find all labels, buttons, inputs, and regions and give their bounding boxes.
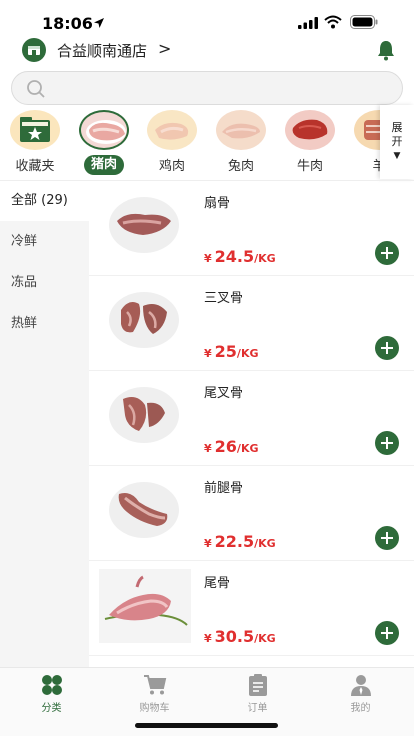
cart-icon: [144, 675, 167, 695]
home-indicator: [135, 723, 278, 728]
add-to-cart-button[interactable]: [375, 621, 399, 645]
sidebar-item-all[interactable]: 全部 (29): [0, 181, 89, 221]
subcategory-sidebar: 全部 (29) 冷鲜 冻品 热鲜: [0, 181, 89, 667]
store-name[interactable]: 合益顺南通店: [57, 40, 147, 61]
clover-icon: [42, 675, 62, 695]
product-list: 扇骨 ¥24.5/KG 三叉骨 ¥25/KG 尾叉骨 ¥26/KG 前腿骨 ¥ …: [89, 181, 414, 667]
product-name: 前腿骨: [204, 481, 244, 496]
expand-categories-button[interactable]: 展开 ▼: [380, 105, 414, 179]
product-row[interactable]: 前腿骨 ¥22.5/KG: [89, 466, 414, 561]
product-image: [109, 197, 179, 253]
product-price: ¥30.5/KG: [204, 627, 276, 646]
product-row[interactable]: 尾叉骨 ¥26/KG: [89, 371, 414, 466]
cellular-signal-icon: [298, 17, 318, 29]
tab-label: 订单: [247, 703, 268, 714]
product-image: [109, 387, 179, 443]
status-time: 18:06: [42, 14, 93, 33]
location-arrow-icon: [94, 18, 104, 28]
category-row: 收藏夹 猪肉 鸡肉 兔肉 牛肉 羊: [0, 108, 380, 178]
category-label: 牛肉: [296, 159, 323, 174]
category-pork[interactable]: 猪肉: [72, 108, 136, 176]
product-name: 尾叉骨: [204, 386, 244, 401]
expand-label: 展开: [391, 121, 403, 148]
category-label: 收藏夹: [15, 159, 55, 174]
category-chicken[interactable]: 鸡肉: [140, 108, 204, 176]
store-icon: [22, 38, 46, 62]
bell-icon[interactable]: [376, 39, 396, 61]
tab-profile[interactable]: 我的: [309, 668, 412, 718]
product-row[interactable]: 扇骨 ¥24.5/KG: [89, 181, 414, 276]
product-image: [109, 482, 179, 538]
product-name: 三叉骨: [204, 291, 244, 306]
user-icon: [351, 675, 371, 696]
store-header[interactable]: 合益顺南通店 >: [0, 36, 414, 64]
product-image: [99, 569, 191, 643]
tab-orders[interactable]: 订单: [206, 668, 309, 718]
caret-down-icon: ▼: [393, 151, 401, 161]
category-label: 猪肉: [84, 155, 124, 175]
product-price: ¥25/KG: [204, 342, 259, 361]
add-to-cart-button[interactable]: [375, 241, 399, 265]
wifi-icon: [324, 15, 342, 29]
tab-label: 购物车: [139, 703, 170, 714]
chevron-right-icon[interactable]: >: [158, 39, 171, 58]
product-price: ¥22.5/KG: [204, 532, 276, 551]
tab-cart[interactable]: 购物车: [103, 668, 206, 718]
search-input[interactable]: [54, 78, 384, 100]
product-image: [109, 292, 179, 348]
product-name: 尾骨: [204, 576, 231, 591]
product-price: ¥26/KG: [204, 437, 259, 456]
search-bar[interactable]: [11, 71, 403, 105]
add-to-cart-button[interactable]: [375, 431, 399, 455]
sidebar-item-chilled[interactable]: 冷鲜: [0, 222, 89, 262]
beef-icon: [285, 110, 335, 150]
product-row[interactable]: 尾骨 ¥30.5/KG: [89, 561, 414, 656]
product-price: ¥24.5/KG: [204, 247, 276, 266]
add-to-cart-button[interactable]: [375, 526, 399, 550]
clipboard-icon: [249, 674, 267, 696]
pork-icon: [79, 110, 129, 150]
search-icon: [27, 80, 45, 98]
category-label: 兔肉: [227, 159, 254, 174]
product-name: 扇骨: [204, 196, 231, 211]
category-lamb[interactable]: 羊: [347, 108, 380, 176]
category-beef[interactable]: 牛肉: [278, 108, 342, 176]
add-to-cart-button[interactable]: [375, 336, 399, 360]
chicken-icon: [147, 110, 197, 150]
sidebar-item-frozen[interactable]: 冻品: [0, 263, 89, 303]
category-label: 羊: [372, 159, 380, 174]
tab-category[interactable]: 分类: [0, 668, 103, 718]
category-rabbit[interactable]: 兔肉: [209, 108, 273, 176]
lamb-icon: [354, 110, 380, 150]
tab-label: 分类: [41, 703, 62, 714]
folder-star-icon: [10, 110, 60, 150]
tab-label: 我的: [350, 703, 371, 714]
battery-icon: [350, 15, 378, 29]
product-row[interactable]: 三叉骨 ¥25/KG: [89, 276, 414, 371]
category-label: 鸡肉: [158, 159, 185, 174]
sidebar-item-hot-fresh[interactable]: 热鲜: [0, 304, 89, 344]
rabbit-meat-icon: [216, 110, 266, 150]
category-favorites[interactable]: 收藏夹: [3, 108, 67, 176]
